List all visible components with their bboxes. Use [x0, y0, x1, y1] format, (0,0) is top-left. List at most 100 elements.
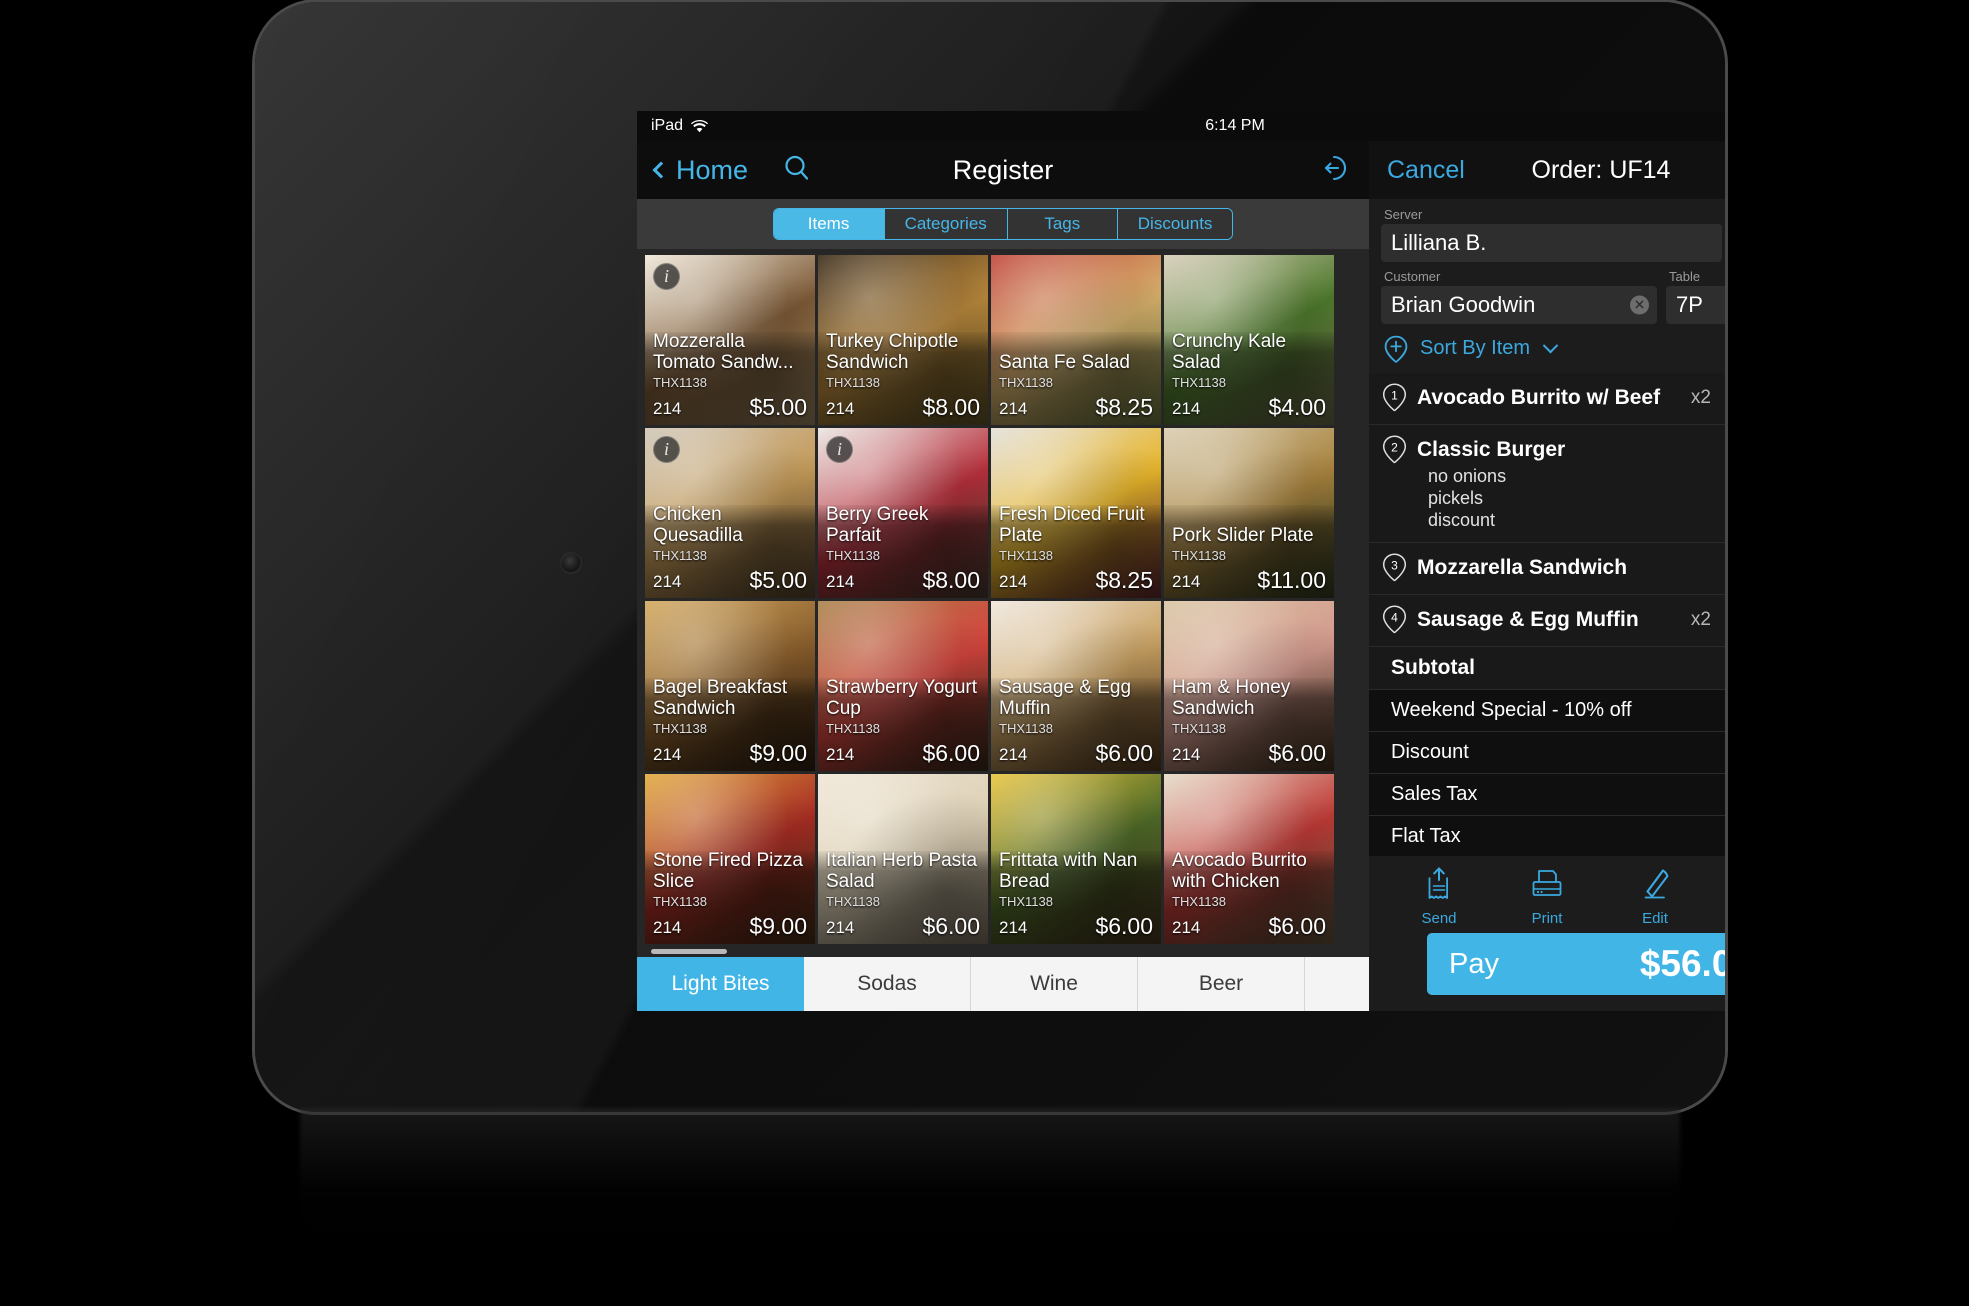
order-item-main: 3Mozzarella Sandwich$5.00: [1381, 553, 1725, 583]
item-stock-count: 214: [826, 399, 855, 418]
category-tab[interactable]: Beer: [1138, 957, 1305, 1011]
server-label: Server: [1384, 207, 1423, 222]
customer-label: Customer: [1384, 269, 1441, 284]
print-button[interactable]: Print: [1512, 865, 1582, 927]
item-stock-count: 214: [653, 572, 682, 591]
order-nav-bar: Cancel Order: UF14 Save: [1369, 141, 1725, 199]
info-icon[interactable]: i: [653, 436, 680, 463]
printer-icon: [1528, 865, 1566, 907]
horizontal-scrollbar[interactable]: [651, 949, 727, 954]
item-sku: THX1138: [653, 548, 707, 563]
item-name: Bagel Breakfast Sandwich: [653, 677, 788, 719]
pay-amount: $56.00: [1639, 943, 1725, 984]
item-tile[interactable]: Bagel Breakfast Sandwich THX1138 214 $9.00: [645, 601, 815, 771]
order-item-main: 2Classic Burger$4.00: [1381, 435, 1725, 465]
subtotal-label: Subtotal: [1391, 656, 1475, 679]
item-sku: THX1138: [1172, 894, 1226, 909]
item-tile[interactable]: Sausage & Egg Muffin THX1138 214 $6.00: [991, 601, 1161, 771]
table-value: 7P: [1676, 292, 1703, 317]
item-name: Turkey Chipotle Sandwich: [826, 331, 959, 373]
print-label: Print: [1531, 910, 1563, 927]
item-tile[interactable]: Avocado Burrito with Chicken THX1138 214 $6…: [1164, 774, 1334, 944]
status-bar-clock: 6:14 PM: [1205, 117, 1265, 134]
segment-categories[interactable]: Categories: [883, 209, 1007, 239]
total-label: Flat Tax: [1391, 825, 1461, 847]
item-price: $6.00: [1268, 913, 1326, 939]
category-tab[interactable]: Wa: [1305, 957, 1369, 1011]
category-tab[interactable]: Wine: [971, 957, 1138, 1011]
svg-text:3: 3: [1391, 558, 1398, 572]
order-item-modifier: discount($1.00): [1381, 509, 1725, 531]
clear-circle-icon[interactable]: ✕: [1630, 295, 1649, 315]
total-row: Sales Tax$2.00: [1369, 774, 1725, 816]
segment-discounts[interactable]: Discounts: [1116, 209, 1233, 239]
segmented-control: Items Categories Tags Discounts: [772, 208, 1234, 240]
total-row: Weekend Special - 10% off($2.40): [1369, 690, 1725, 732]
send-receipt-icon: [1420, 865, 1458, 907]
item-price: $5.00: [749, 394, 807, 420]
search-icon[interactable]: [782, 153, 812, 188]
order-line-item[interactable]: 2Classic Burger$4.00no onions–pickels–di…: [1369, 425, 1725, 543]
item-sku: THX1138: [999, 894, 1053, 909]
item-tile[interactable]: Ham & Honey Sandwich THX1138 214 $6.00: [1164, 601, 1334, 771]
add-pin-icon[interactable]: [1383, 335, 1409, 363]
cancel-button[interactable]: Cancel: [1387, 156, 1465, 185]
pay-button[interactable]: Pay $56.00: [1427, 933, 1725, 995]
logout-icon[interactable]: [1321, 153, 1351, 188]
order-item-qty: x2: [1690, 387, 1711, 408]
ipad-screen: iPad 6:14 PM 100% Hom: [637, 111, 1725, 1011]
item-tile[interactable]: Pork Slider Plate THX1138 214 $11.00: [1164, 428, 1334, 598]
customer-input[interactable]: Brian Goodwin ✕: [1381, 286, 1657, 324]
customer-field: Customer Brian Goodwin ✕: [1381, 269, 1657, 324]
order-item-main: 4Sausage & Egg Muffinx2$12.00: [1381, 605, 1725, 635]
item-tile[interactable]: i Mozzeralla Tomato Sandw... THX1138 214 $5.…: [645, 255, 815, 425]
item-tile[interactable]: i Berry Greek Parfait THX1138 214 $8.00: [818, 428, 988, 598]
server-field: Server Lilliana B.: [1381, 207, 1723, 262]
register-panel: Home Register Items Categories Tags Disc…: [637, 141, 1369, 1011]
order-item-modifier: pickels–: [1381, 487, 1725, 509]
item-sku: THX1138: [653, 375, 707, 390]
server-value: Lilliana B.: [1391, 230, 1487, 255]
edit-button[interactable]: Edit: [1620, 865, 1690, 927]
info-icon[interactable]: i: [653, 263, 680, 290]
item-tile[interactable]: Turkey Chipotle Sandwich THX1138 214 $8.00: [818, 255, 988, 425]
order-line-item[interactable]: 1Avocado Burrito w/ Beefx2$12.00: [1369, 373, 1725, 425]
order-line-item[interactable]: 4Sausage & Egg Muffinx2$12.00: [1369, 595, 1725, 647]
category-tab[interactable]: Light Bites: [637, 957, 804, 1011]
item-tile[interactable]: i Chicken Quesadilla THX1138 214 $5.00: [645, 428, 815, 598]
item-sku: THX1138: [1172, 721, 1226, 736]
item-name: Mozzeralla Tomato Sandw...: [653, 331, 794, 373]
item-tile[interactable]: Strawberry Yogurt Cup THX1138 214 $6.00: [818, 601, 988, 771]
item-name: Italian Herb Pasta Salad: [826, 850, 978, 892]
order-line-item[interactable]: 3Mozzarella Sandwich$5.00: [1369, 543, 1725, 595]
table-label: Table: [1669, 269, 1701, 284]
info-icon[interactable]: i: [826, 436, 853, 463]
item-price: $8.25: [1095, 394, 1153, 420]
item-tile[interactable]: Stone Fired Pizza Slice THX1138 214 $9.00: [645, 774, 815, 944]
server-input[interactable]: Lilliana B.: [1381, 224, 1723, 262]
edit-label: Edit: [1642, 910, 1668, 927]
send-button[interactable]: Send: [1404, 865, 1474, 927]
item-sku: THX1138: [1172, 375, 1226, 390]
order-item-qty: x2: [1690, 609, 1711, 630]
item-stock-count: 214: [999, 572, 1028, 591]
item-tile[interactable]: Crunchy Kale Salad THX1138 214 $4.00: [1164, 255, 1334, 425]
sort-by-label[interactable]: Sort By Item: [1420, 337, 1530, 360]
home-back-button[interactable]: Home: [652, 155, 748, 186]
order-action-bar: Send Print Edit Pay $56.0: [1369, 856, 1725, 1011]
item-price: $5.00: [749, 567, 807, 593]
item-tile[interactable]: Fresh Diced Fruit Plate THX1138 214 $8.25: [991, 428, 1161, 598]
sort-row: Sort By Item: [1381, 324, 1725, 367]
chevron-down-icon[interactable]: [1542, 337, 1559, 353]
item-tile[interactable]: Frittata with Nan Bread THX1138 214 $6.00: [991, 774, 1161, 944]
table-input[interactable]: 7P: [1666, 286, 1725, 324]
item-price: $6.00: [1268, 740, 1326, 766]
category-tab[interactable]: Sodas: [804, 957, 971, 1011]
order-item-name: Mozzarella Sandwich: [1417, 556, 1628, 579]
device-reflection: [300, 1108, 1680, 1258]
item-tile[interactable]: Santa Fe Salad THX1138 214 $8.25: [991, 255, 1161, 425]
segment-tags[interactable]: Tags: [1006, 209, 1117, 239]
order-item-name: Classic Burger: [1417, 438, 1566, 461]
item-tile[interactable]: Italian Herb Pasta Salad THX1138 214 $6.00: [818, 774, 988, 944]
segment-items[interactable]: Items: [773, 209, 884, 239]
